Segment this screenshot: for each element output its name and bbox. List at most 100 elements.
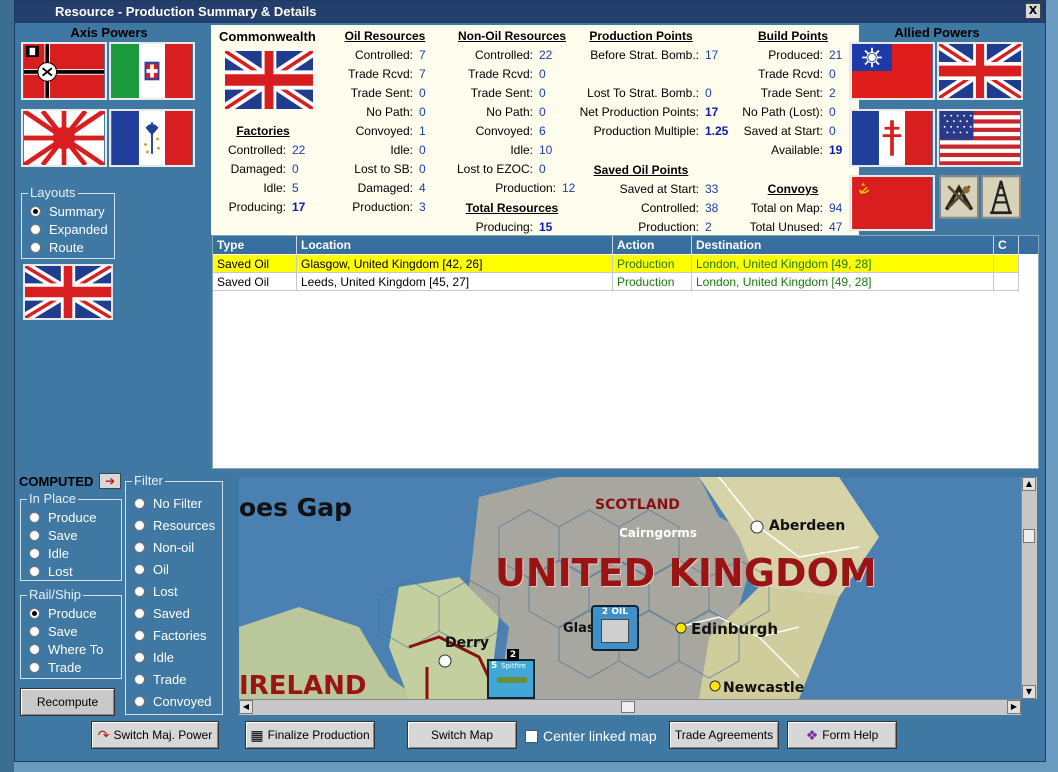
- in-place-lost[interactable]: Lost: [29, 564, 73, 579]
- scroll-left-icon[interactable]: ◀: [239, 700, 253, 714]
- filter-convoyed[interactable]: Convoyed: [134, 694, 212, 709]
- in-place-produce[interactable]: Produce: [29, 510, 96, 525]
- production-table: Type Location Action Destination C Saved…: [212, 235, 1039, 469]
- center-linked-map-checkbox[interactable]: [525, 730, 538, 743]
- radio-icon[interactable]: [30, 206, 41, 217]
- map-vertical-scrollbar[interactable]: ▲ ▼: [1021, 477, 1037, 699]
- radio-icon[interactable]: [29, 548, 40, 559]
- in-place-idle[interactable]: Idle: [29, 546, 69, 561]
- map-label-cairngorms: Cairngorms: [619, 526, 697, 540]
- radio-icon[interactable]: [134, 520, 145, 531]
- col-destination[interactable]: Destination: [692, 236, 994, 254]
- oil-counter[interactable]: 2 OIL: [591, 605, 639, 651]
- form-help-button[interactable]: ❖ Form Help: [787, 721, 897, 749]
- horizontal-scroll-thumb[interactable]: [621, 701, 635, 713]
- filter-factories[interactable]: Factories: [134, 628, 206, 643]
- switch-map-button[interactable]: Switch Map: [407, 721, 517, 749]
- scroll-right-icon[interactable]: ▶: [1007, 700, 1021, 714]
- radio-icon[interactable]: [30, 224, 41, 235]
- total-resources-title: Total Resources: [465, 201, 559, 215]
- radio-icon[interactable]: [29, 512, 40, 523]
- radio-icon[interactable]: [134, 564, 145, 575]
- ussr-flag[interactable]: [849, 175, 935, 231]
- bottom-toolbar: ↷ Switch Maj. Power ▦ Finalize Production …: [15, 717, 1047, 761]
- non-oil-resources-section: Non-Oil Resources Controlled: 22 Trade Rc…: [449, 29, 575, 234]
- in-place-save[interactable]: Save: [29, 528, 78, 543]
- radio-icon[interactable]: [30, 242, 41, 253]
- map-label-faroes-gap: oes Gap: [239, 493, 353, 522]
- radio-icon[interactable]: [134, 586, 145, 597]
- filter-group: Filter No Filter Resources Non-oil Oil L…: [125, 473, 223, 715]
- switch-major-power-button[interactable]: ↷ Switch Maj. Power: [91, 721, 219, 749]
- radio-icon[interactable]: [29, 566, 40, 577]
- japan-flag[interactable]: [21, 109, 107, 167]
- oil-barrels-icon: [601, 619, 629, 643]
- layout-expanded-option[interactable]: Expanded: [30, 222, 108, 237]
- table-row[interactable]: Saved Oil Leeds, United Kingdom [45, 27]…: [213, 273, 1019, 291]
- map-view[interactable]: oes Gap SCOTLAND Cairngorms Aberdeen UNI…: [239, 477, 1021, 699]
- germany-flag[interactable]: [21, 42, 107, 100]
- oil-resources-section: Oil Resources Controlled: 7 Trade Rcvd: 7 …: [329, 29, 441, 214]
- col-type[interactable]: Type: [213, 236, 297, 254]
- filter-trade[interactable]: Trade: [134, 672, 186, 687]
- in-place-group: In Place Produce Save Idle Lost: [20, 491, 122, 581]
- radio-icon[interactable]: [29, 530, 40, 541]
- finalize-production-button[interactable]: ▦ Finalize Production: [245, 721, 375, 749]
- col-action[interactable]: Action: [613, 236, 692, 254]
- scroll-up-icon[interactable]: ▲: [1022, 477, 1036, 491]
- radio-icon[interactable]: [29, 626, 40, 637]
- minor-resources-flag[interactable]: [939, 175, 979, 219]
- table-row[interactable]: Saved Oil Glasgow, United Kingdom [42, 2…: [213, 255, 1019, 273]
- non-oil-resources-title: Non-Oil Resources: [457, 29, 567, 43]
- filter-saved[interactable]: Saved: [134, 606, 190, 621]
- in-place-label: In Place: [27, 491, 78, 506]
- recompute-button[interactable]: Recompute: [20, 688, 115, 716]
- saved-oil-points-title: Saved Oil Points: [593, 163, 689, 177]
- layout-summary-option[interactable]: Summary: [30, 204, 105, 219]
- vertical-scroll-thumb[interactable]: [1023, 529, 1035, 543]
- china-flag[interactable]: [849, 42, 935, 100]
- radio-icon[interactable]: [134, 498, 145, 509]
- rail-ship-produce[interactable]: Produce: [29, 606, 96, 621]
- radio-icon[interactable]: [134, 696, 145, 707]
- radio-icon[interactable]: [29, 662, 40, 673]
- commonwealth-flag: [225, 51, 313, 109]
- vichy-france-flag[interactable]: [109, 109, 195, 167]
- curved-arrow-icon: ↷: [97, 726, 110, 743]
- current-power-flag: [23, 264, 113, 320]
- map-horizontal-scrollbar[interactable]: ◀ ▶: [239, 699, 1021, 715]
- computed-arrow-icon[interactable]: ➔: [99, 473, 121, 489]
- rail-ship-trade[interactable]: Trade: [29, 660, 81, 675]
- spitfire-unit-counter[interactable]: 5 Spitfire: [487, 659, 535, 699]
- filter-no-filter[interactable]: No Filter: [134, 496, 202, 511]
- filter-non-oil[interactable]: Non-oil: [134, 540, 194, 555]
- rail-ship-where-to[interactable]: Where To: [29, 642, 103, 657]
- radio-icon[interactable]: [134, 608, 145, 619]
- table-header: Type Location Action Destination C: [213, 236, 1038, 254]
- filter-idle[interactable]: Idle: [134, 650, 174, 665]
- rail-ship-save[interactable]: Save: [29, 624, 78, 639]
- factories-title: Factories: [236, 124, 290, 138]
- usa-flag[interactable]: [937, 109, 1023, 167]
- close-icon[interactable]: X: [1025, 3, 1041, 19]
- scroll-down-icon[interactable]: ▼: [1022, 685, 1036, 699]
- layout-route-option[interactable]: Route: [30, 240, 84, 255]
- filter-resources[interactable]: Resources: [134, 518, 215, 533]
- uk-flag[interactable]: [937, 42, 1023, 100]
- radio-icon[interactable]: [134, 674, 145, 685]
- filter-oil[interactable]: Oil: [134, 562, 169, 577]
- radio-icon[interactable]: [29, 644, 40, 655]
- oil-derrick-flag[interactable]: [981, 175, 1021, 219]
- col-c[interactable]: C: [994, 236, 1019, 254]
- map-label-united-kingdom: UNITED KINGDOM: [495, 551, 877, 595]
- radio-icon[interactable]: [134, 542, 145, 553]
- radio-icon[interactable]: [29, 608, 40, 619]
- radio-icon[interactable]: [134, 652, 145, 663]
- factories-section: Factories Controlled: 22 Damaged: 0 Idle: 5…: [211, 124, 321, 214]
- col-location[interactable]: Location: [297, 236, 613, 254]
- free-france-flag[interactable]: [849, 109, 935, 167]
- italy-flag[interactable]: [109, 42, 195, 100]
- filter-lost[interactable]: Lost: [134, 584, 178, 599]
- trade-agreements-button[interactable]: Trade Agreements: [669, 721, 779, 749]
- radio-icon[interactable]: [134, 630, 145, 641]
